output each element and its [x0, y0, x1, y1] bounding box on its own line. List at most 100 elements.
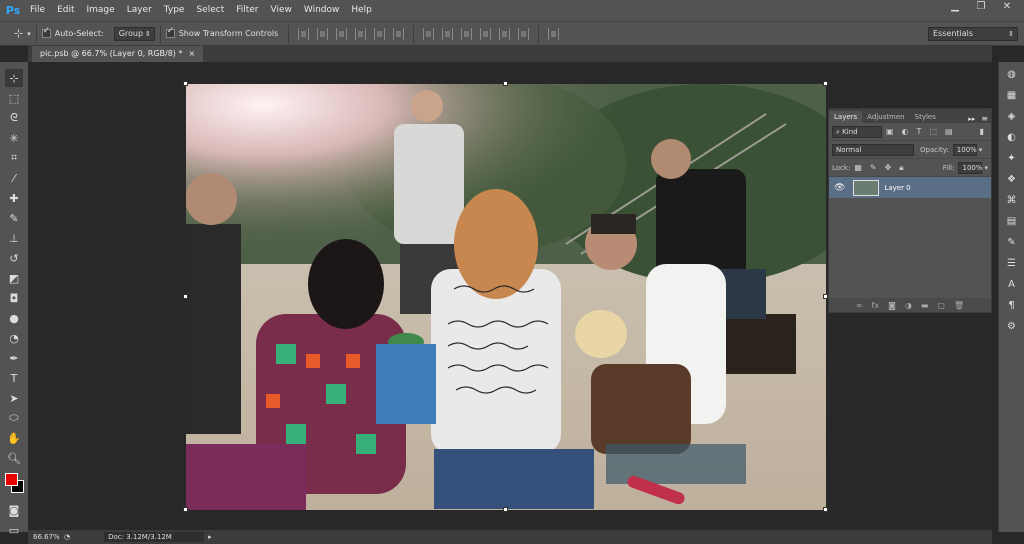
align-vcenter-icon[interactable]	[317, 27, 329, 40]
document-tab[interactable]: pic.psb @ 66.7% (Layer 0, RGB/8) * ×	[32, 46, 204, 62]
info-panel-icon[interactable]: ⚙	[1003, 317, 1021, 335]
blur-tool-icon[interactable]: ●	[5, 309, 23, 327]
channels-panel-icon[interactable]: ❖	[1003, 170, 1021, 188]
distribute-vcenter-icon[interactable]	[442, 27, 454, 40]
new-layer-icon[interactable]: ▢	[937, 301, 945, 310]
brush-panel-icon[interactable]: ✎	[1003, 233, 1021, 251]
adjustments-panel-icon[interactable]: ◐	[1003, 128, 1021, 146]
fill-arrow-icon[interactable]: ▾	[984, 164, 988, 172]
lock-image-icon[interactable]: ✎	[870, 163, 877, 172]
move-tool-icon[interactable]: ⊹	[14, 27, 23, 40]
layer-style-icon[interactable]: fx	[872, 301, 880, 310]
align-bottom-icon[interactable]	[336, 27, 348, 40]
workspace-dropdown[interactable]: Essentials	[928, 27, 1018, 41]
clone-stamp-tool-icon[interactable]: ⊥	[5, 229, 23, 247]
hand-tool-icon[interactable]: ✋	[5, 429, 23, 447]
paths-panel-icon[interactable]: ⌘	[1003, 191, 1021, 209]
auto-select-checkbox[interactable]	[41, 26, 51, 38]
transform-handle[interactable]	[183, 507, 188, 512]
filter-pixel-icon[interactable]: ▣	[886, 127, 894, 136]
character-panel-icon[interactable]: A	[1003, 275, 1021, 293]
new-adjustment-layer-icon[interactable]: ◑	[905, 301, 912, 310]
menu-file[interactable]: File	[24, 0, 51, 21]
swatches-panel-icon[interactable]: ▦	[1003, 86, 1021, 104]
transform-handle[interactable]	[183, 294, 188, 299]
pen-tool-icon[interactable]: ✒	[5, 349, 23, 367]
screen-mode-icon[interactable]: ▭	[5, 521, 23, 539]
tab-layers[interactable]: Layers	[829, 111, 863, 123]
panel-collapse-icon[interactable]: ▸▸	[965, 115, 978, 123]
layer-row[interactable]: 👁︎ Layer 0	[829, 177, 991, 198]
filter-toggle-icon[interactable]: ▮	[980, 127, 984, 136]
menu-type[interactable]: Type	[158, 0, 191, 21]
document-image[interactable]	[186, 84, 826, 510]
status-menu-arrow-icon[interactable]: ▸	[208, 533, 212, 541]
show-transform-checkbox[interactable]	[165, 26, 175, 38]
transform-handle[interactable]	[503, 507, 508, 512]
menu-help[interactable]: Help	[345, 0, 378, 21]
distribute-left-icon[interactable]	[480, 27, 492, 40]
transform-handle[interactable]	[183, 81, 188, 86]
path-selection-tool-icon[interactable]: ➤	[5, 389, 23, 407]
distribute-bottom-icon[interactable]	[461, 27, 473, 40]
align-hcenter-icon[interactable]	[374, 27, 386, 40]
filter-adjustment-icon[interactable]: ◐	[902, 127, 909, 136]
link-layers-icon[interactable]: ∞	[856, 301, 863, 310]
marquee-tool-icon[interactable]: ⬚	[5, 89, 23, 107]
menu-layer[interactable]: Layer	[121, 0, 158, 21]
ellipse-tool-icon[interactable]: ⬭	[5, 409, 23, 427]
distribute-hcenter-icon[interactable]	[499, 27, 511, 40]
lock-transparent-icon[interactable]: ▦	[854, 163, 862, 172]
foreground-color-swatch[interactable]	[5, 473, 18, 486]
quick-mask-icon[interactable]: ◙	[5, 501, 23, 519]
panel-menu-icon[interactable]: ≡	[978, 114, 991, 123]
menu-filter[interactable]: Filter	[230, 0, 264, 21]
tab-adjustments[interactable]: Adjustmen	[862, 111, 909, 123]
fill-field[interactable]: 100%	[958, 161, 983, 174]
transform-handle[interactable]	[503, 81, 508, 86]
history-brush-tool-icon[interactable]: ↺	[5, 249, 23, 267]
type-tool-icon[interactable]: T	[5, 369, 23, 387]
healing-brush-tool-icon[interactable]: ✚	[5, 189, 23, 207]
filter-type-icon[interactable]: T	[917, 127, 922, 136]
filter-kind-dropdown[interactable]: ⌕ Kind	[832, 125, 882, 138]
align-left-icon[interactable]	[355, 27, 367, 40]
menu-image[interactable]: Image	[81, 0, 121, 21]
color-swatches[interactable]	[0, 469, 28, 499]
new-group-icon[interactable]: ▬	[921, 301, 929, 310]
styles-panel-icon[interactable]: ✦	[1003, 149, 1021, 167]
menu-window[interactable]: Window	[298, 0, 346, 21]
lock-position-icon[interactable]: ✥	[885, 163, 892, 172]
auto-align-layers-icon[interactable]	[548, 27, 560, 40]
auto-select-dropdown[interactable]: Group	[113, 26, 155, 41]
color-panel-icon[interactable]: ◍	[1003, 65, 1021, 83]
zoom-level[interactable]: 66.67%	[28, 533, 64, 541]
blend-mode-dropdown[interactable]: Normal	[832, 143, 914, 156]
move-tool-icon[interactable]: ⊹	[5, 69, 23, 87]
tool-preset-chevron-icon[interactable]: ▾	[27, 30, 31, 38]
lasso-tool-icon[interactable]: ᘓ	[5, 109, 23, 127]
restore-button[interactable]: ❐	[968, 0, 994, 14]
paragraph-panel-icon[interactable]: ¶	[1003, 296, 1021, 314]
menu-view[interactable]: View	[265, 0, 298, 21]
align-top-icon[interactable]	[298, 27, 310, 40]
close-button[interactable]: ✕	[994, 0, 1020, 14]
opacity-arrow-icon[interactable]: ▾	[979, 146, 983, 154]
eyedropper-tool-icon[interactable]: ⁄	[5, 169, 23, 187]
distribute-top-icon[interactable]	[423, 27, 435, 40]
magic-wand-tool-icon[interactable]: ✳	[5, 129, 23, 147]
filter-shape-icon[interactable]: ⬚	[929, 127, 937, 136]
export-icon[interactable]: ◔	[64, 533, 70, 541]
close-tab-icon[interactable]: ×	[188, 46, 195, 62]
brush-tool-icon[interactable]: ✎	[5, 209, 23, 227]
opacity-field[interactable]: 100%	[952, 143, 977, 156]
menu-select[interactable]: Select	[190, 0, 230, 21]
align-right-icon[interactable]	[393, 27, 405, 40]
eraser-tool-icon[interactable]: ◩	[5, 269, 23, 287]
visibility-eye-icon[interactable]: 👁︎	[834, 183, 845, 193]
add-mask-icon[interactable]: ◙	[888, 301, 896, 310]
delete-layer-icon[interactable]: 🗑︎	[954, 301, 964, 310]
distribute-right-icon[interactable]	[518, 27, 530, 40]
layers-panel-icon[interactable]: ◈	[1003, 107, 1021, 125]
properties-panel-icon[interactable]: ☰	[1003, 254, 1021, 272]
